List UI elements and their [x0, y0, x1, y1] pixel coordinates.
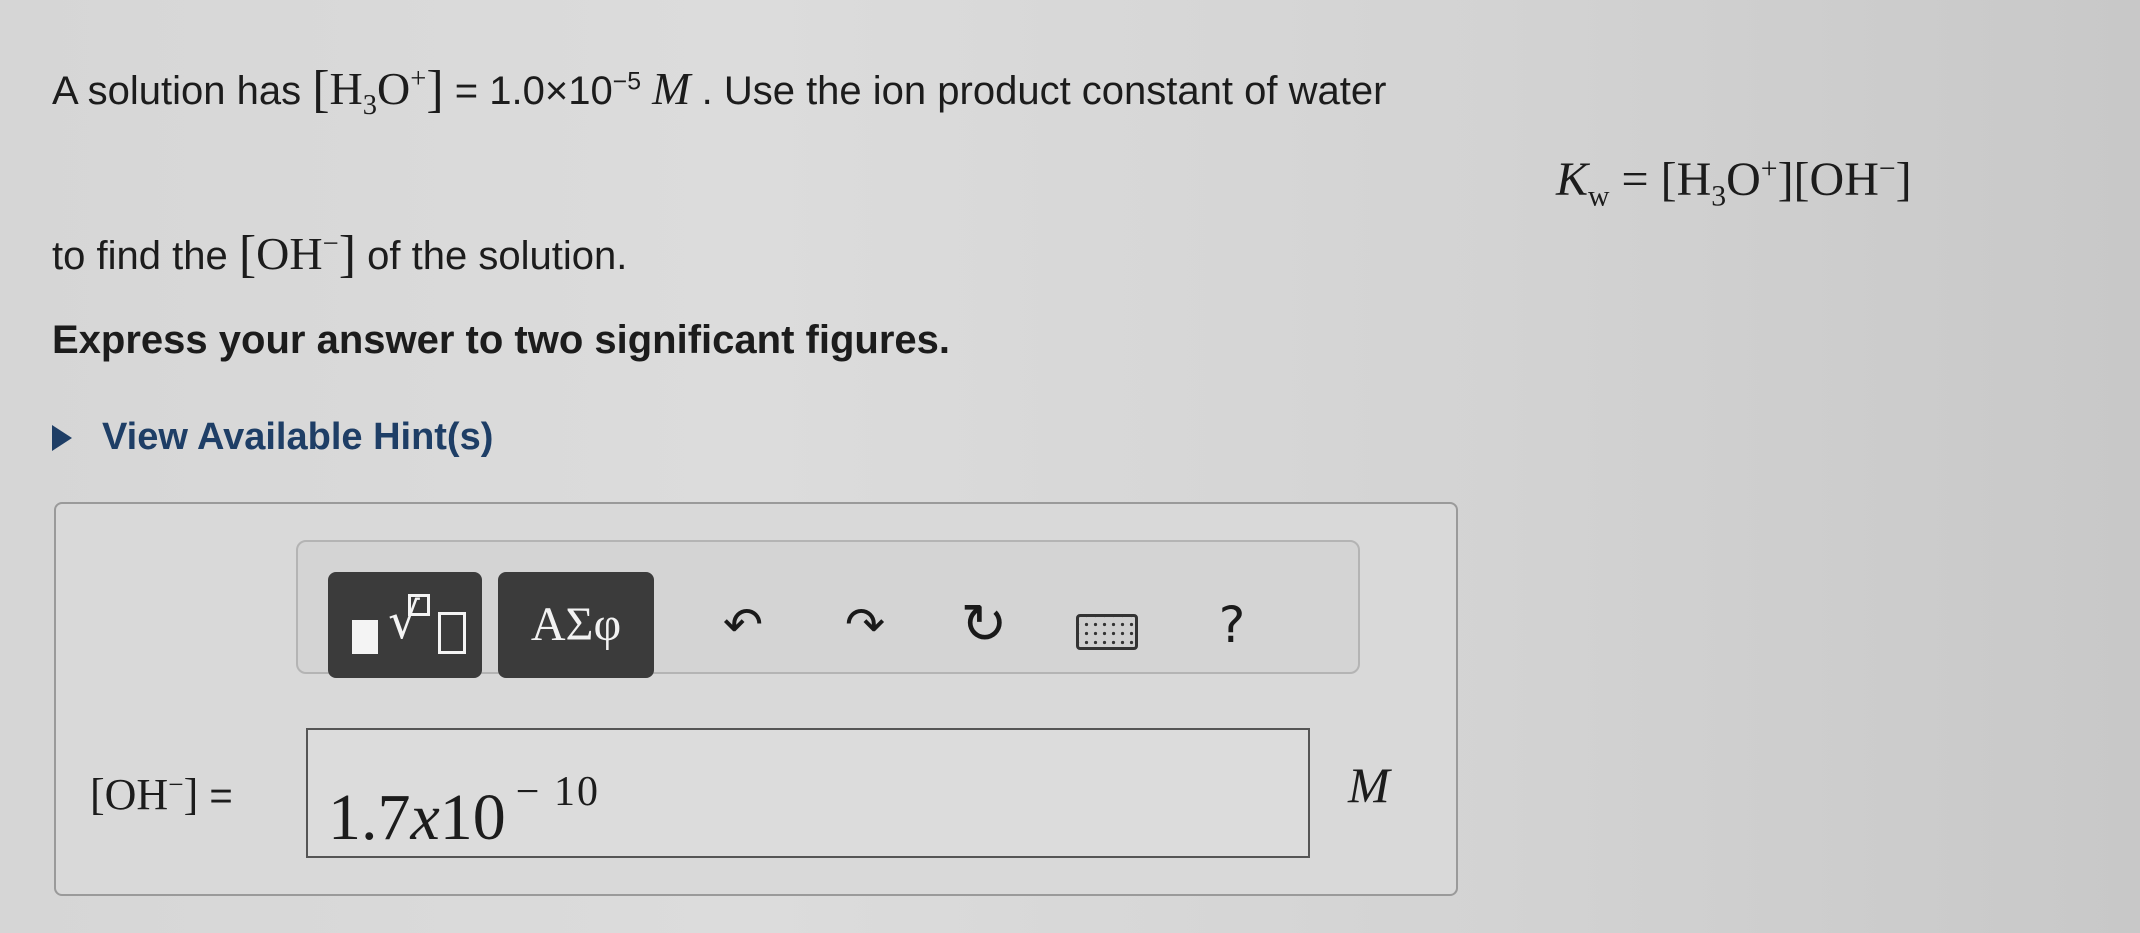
- answer-input[interactable]: 1.7x10− 10: [306, 728, 1310, 858]
- answer-label: [OH−] =: [90, 769, 233, 819]
- templates-icon: [352, 620, 378, 654]
- hydronium-value: = 1.0×10−5: [454, 68, 642, 113]
- redo-icon[interactable]: ↷: [830, 572, 900, 678]
- question-line-2: to find the [OH−] of the solution.: [52, 226, 628, 283]
- math-toolbar: √ ΑΣφ ↶ ↷ ↻ ?: [296, 540, 1360, 678]
- keyboard-button[interactable]: [1070, 572, 1140, 678]
- answer-panel: √ ΑΣφ ↶ ↷ ↻ ? [OH−] = 1.7x10− 10 M: [54, 502, 1458, 896]
- hint-label: View Available Hint(s): [102, 416, 494, 458]
- answer-value: 1.7x10− 10: [328, 769, 600, 854]
- symbols-button[interactable]: ΑΣφ: [498, 572, 654, 678]
- question-line-1: A solution has [H3O+] = 1.0×10−5 M . Use…: [52, 60, 1386, 122]
- molar-unit: M: [652, 63, 691, 114]
- instruction-text: Express your answer to two significant f…: [52, 318, 950, 362]
- keyboard-icon: [1076, 614, 1138, 650]
- help-button[interactable]: ?: [1202, 572, 1262, 678]
- undo-icon[interactable]: ↶: [708, 572, 778, 678]
- question-prefix: A solution has: [52, 69, 302, 113]
- expand-triangle-icon: [52, 425, 72, 451]
- answer-unit: M: [1348, 757, 1390, 813]
- hydroxide-formula: OH−: [256, 228, 339, 279]
- templates-button[interactable]: √: [328, 572, 482, 678]
- bracket-close: ]: [426, 61, 444, 118]
- question-suffix: . Use the ion product constant of water: [701, 69, 1387, 113]
- hydronium-formula: H3O+: [329, 63, 427, 122]
- view-hints-link[interactable]: View Available Hint(s): [52, 416, 493, 459]
- bracket-open: [: [312, 61, 330, 118]
- reset-icon[interactable]: ↻: [944, 572, 1024, 678]
- kw-equation: Kw = [H3O+][OH−]: [1556, 152, 1912, 213]
